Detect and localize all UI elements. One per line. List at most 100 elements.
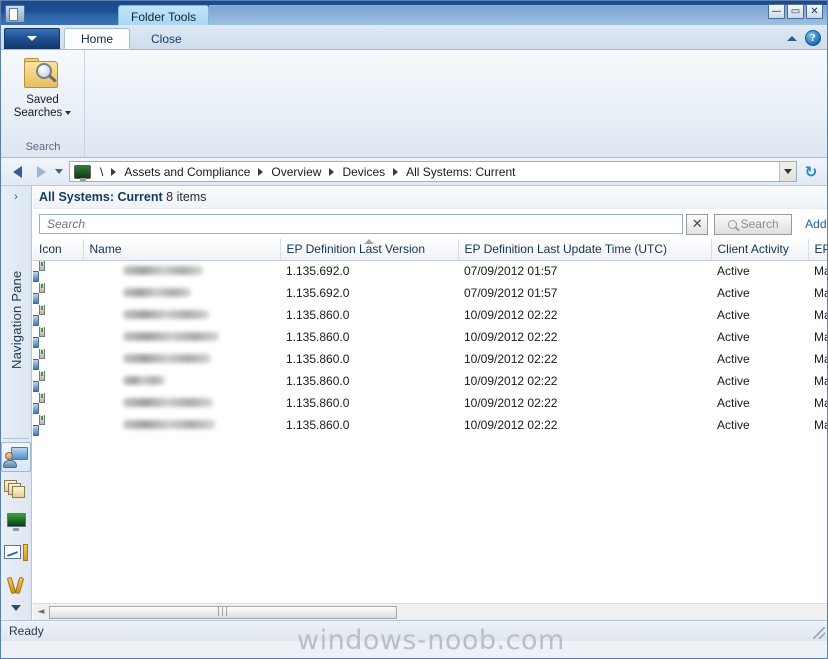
contextual-tab-folder-tools[interactable]: Folder Tools: [118, 5, 210, 25]
cell-name: [83, 282, 280, 304]
saved-searches-button[interactable]: Saved Searches: [1, 58, 84, 120]
search-row: ✕ Search Add Criteria: [33, 209, 827, 239]
address-dropdown-icon[interactable]: [779, 162, 796, 181]
sidebar-item-administration[interactable]: [1, 570, 31, 600]
sidebar-item-assets-and-compliance[interactable]: [1, 442, 31, 472]
cell-client-activity: Active: [717, 374, 750, 388]
cell-icon: [33, 348, 83, 370]
column-header-ep-definition-last-update-time[interactable]: EP Definition Last Update Time (UTC): [458, 239, 712, 261]
cell-ep-update-time: 10/09/2012 02:22: [464, 396, 558, 410]
chevron-down-icon[interactable]: [65, 110, 72, 115]
ribbon-group-search: Saved Searches Search: [1, 50, 85, 157]
cell-ep-version: 1.135.860.0: [286, 396, 350, 410]
cell-ep-update-time: 07/09/2012 01:57: [464, 286, 558, 300]
add-criteria-button[interactable]: Add Criteria: [805, 217, 827, 231]
cell-icon: [33, 414, 83, 436]
cell-icon: [33, 392, 83, 414]
ribbon-tab-strip-right: ?: [787, 30, 821, 46]
chevron-up-icon[interactable]: [787, 35, 797, 41]
column-header-ep-definition-last-version[interactable]: EP Definition Last Version: [280, 239, 459, 261]
table-row[interactable]: 1.135.692.0 07/09/2012 01:57 Active Managed: [33, 282, 827, 304]
maximize-button[interactable]: ▭: [787, 4, 804, 19]
tab-home[interactable]: Home: [64, 28, 131, 49]
ribbon-empty-area: [85, 50, 827, 157]
forward-arrow-icon: [36, 165, 46, 178]
sidebar-item-monitoring[interactable]: [1, 506, 31, 536]
cell-name: [83, 326, 280, 348]
back-button[interactable]: [5, 160, 29, 184]
redacted-name: [123, 376, 165, 385]
breadcrumb[interactable]: \ Assets and Compliance Overview Devices…: [69, 161, 797, 182]
help-icon[interactable]: ?: [805, 30, 821, 46]
column-header-name[interactable]: Name: [83, 239, 281, 261]
stacked-packages-icon: [4, 478, 28, 500]
list-header: All Systems: Current 8 items: [33, 186, 827, 209]
table-row[interactable]: 1.135.860.0 10/09/2012 02:22 Active Managed: [33, 392, 827, 414]
cell-ep-deployment: Managed: [814, 374, 827, 388]
search-input-wrapper[interactable]: [39, 214, 684, 234]
title-bar: Folder Tools — ▭ ✕: [1, 1, 827, 25]
refresh-button[interactable]: ↻: [799, 160, 823, 184]
table-row[interactable]: 1.135.860.0 10/09/2012 02:22 Active Managed: [33, 370, 827, 392]
status-bar: Ready: [1, 620, 827, 641]
chevron-right-icon[interactable]: [258, 167, 264, 176]
search-icon: [727, 219, 737, 229]
scroll-left-button[interactable]: ◄: [33, 605, 49, 620]
saved-searches-label: Saved Searches: [14, 94, 72, 120]
table-row[interactable]: 1.135.692.0 07/09/2012 01:57 Active Managed: [33, 260, 827, 282]
cell-ep-update-time: 07/09/2012 01:57: [464, 264, 558, 278]
tab-close[interactable]: Close: [134, 28, 199, 49]
sidebar-item-reporting[interactable]: [1, 538, 31, 568]
cell-ep-version: 1.135.860.0: [286, 352, 350, 366]
ribbon-tab-strip: Home Close ?: [1, 25, 827, 50]
chevron-right-icon[interactable]: [393, 167, 399, 176]
scrollbar-thumb[interactable]: |||: [49, 605, 397, 619]
configmgr-console-window: Folder Tools — ▭ ✕ Home Close ? Saved Se…: [0, 0, 828, 659]
search-input[interactable]: [45, 216, 678, 232]
close-button[interactable]: ✕: [806, 4, 823, 19]
table-row[interactable]: 1.135.860.0 10/09/2012 02:22 Active Managed: [33, 414, 827, 436]
column-header-ep-deployment[interactable]: EP Deployme: [808, 239, 827, 261]
expand-navigation-pane-button[interactable]: ›: [1, 191, 31, 203]
resize-grip-icon[interactable]: [813, 627, 825, 639]
cell-ep-version: 1.135.860.0: [286, 308, 350, 322]
item-count: 8 items: [166, 190, 207, 204]
column-header-client-activity[interactable]: Client Activity: [711, 239, 809, 261]
results-grid[interactable]: Icon Name EP Definition Last Version EP …: [33, 239, 827, 603]
column-header-ep-definition-last-version-label: EP Definition Last Version: [286, 242, 426, 257]
breadcrumb-item-assets-and-compliance[interactable]: Assets and Compliance: [120, 165, 254, 179]
address-bar: \ Assets and Compliance Overview Devices…: [1, 158, 827, 186]
navigation-pane-options-icon[interactable]: [11, 605, 21, 611]
forward-button[interactable]: [29, 160, 53, 184]
breadcrumb-item-overview[interactable]: Overview: [267, 165, 325, 179]
application-menu-button[interactable]: [4, 28, 60, 49]
chevron-right-icon[interactable]: [329, 167, 335, 176]
table-row[interactable]: 1.135.860.0 10/09/2012 02:22 Active Managed: [33, 348, 827, 370]
breadcrumb-item-all-systems-current[interactable]: All Systems: Current: [402, 165, 519, 179]
cell-ep-deployment: Managed: [814, 352, 827, 366]
green-monitor-icon: [4, 510, 28, 532]
grid-body: 1.135.692.0 07/09/2012 01:57 Active Managed…: [33, 260, 827, 436]
sidebar-item-software-library[interactable]: [1, 474, 31, 504]
back-arrow-icon: [12, 165, 22, 178]
redacted-name: [123, 332, 219, 341]
search-button[interactable]: Search: [714, 213, 793, 235]
search-button-label: Search: [740, 217, 779, 231]
table-row[interactable]: 1.135.860.0 10/09/2012 02:22 Active Managed: [33, 326, 827, 348]
redacted-name: [123, 310, 209, 319]
table-row[interactable]: 1.135.860.0 10/09/2012 02:22 Active Managed: [33, 304, 827, 326]
tools-icon: [4, 574, 28, 596]
breadcrumb-item-devices[interactable]: Devices: [338, 165, 389, 179]
cell-ep-deployment: Managed: [814, 418, 827, 432]
cell-name: [83, 370, 280, 392]
chevron-right-icon[interactable]: [111, 167, 117, 176]
horizontal-scrollbar[interactable]: ◄ ||| ►: [33, 603, 827, 620]
column-header-icon[interactable]: Icon: [33, 239, 84, 261]
minimize-button[interactable]: —: [768, 4, 785, 19]
clear-search-button[interactable]: ✕: [686, 213, 709, 235]
cell-ep-version: 1.135.692.0: [286, 264, 350, 278]
status-text: Ready: [9, 624, 44, 638]
history-dropdown-icon[interactable]: [55, 169, 63, 174]
scrollbar-track[interactable]: |||: [49, 605, 827, 620]
breadcrumb-root[interactable]: \: [96, 165, 107, 179]
